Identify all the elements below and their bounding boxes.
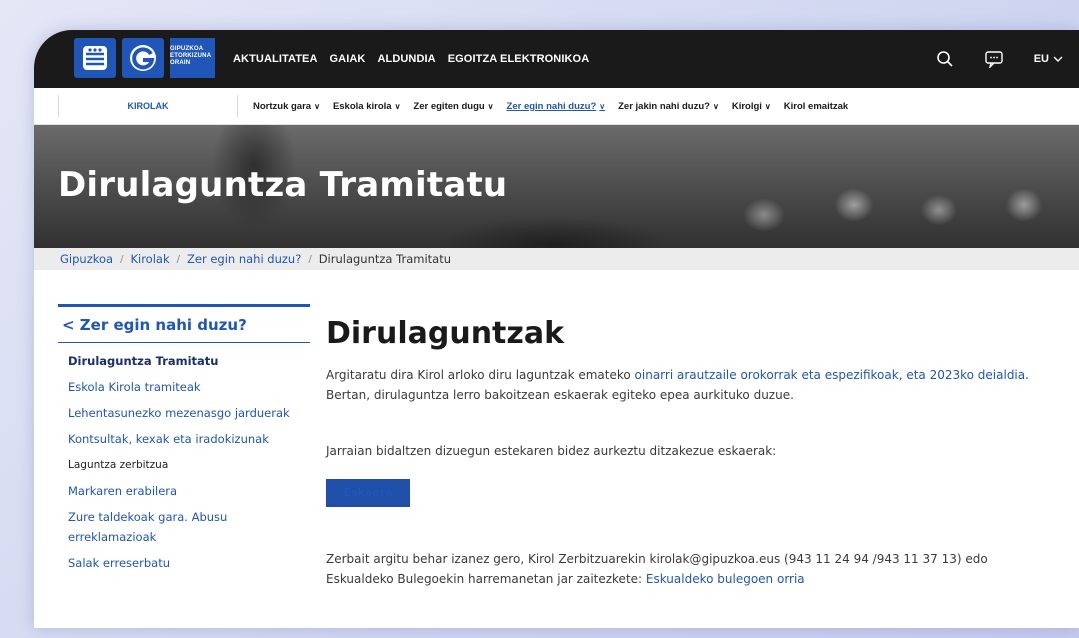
content-heading: Dirulaguntzak: [326, 316, 565, 351]
sidebar-item-kontsultak-kexak[interactable]: Kontsultak, kexak eta iradokizunak: [68, 429, 310, 449]
subnav-items: Nortzuk gara ∨ Eskola kirola ∨ Zer egiten …: [253, 101, 861, 112]
sidebar-item-abusu-erreklamazioak[interactable]: Zure taldekoak gara. Abusu erreklamazioa…: [68, 507, 310, 547]
breadcrumb: Gipuzkoa / Kirolak / Zer egin nahi duzu?…: [34, 248, 1079, 270]
instructions-paragraph: Jarraian bidaltzen dizuegun estekaren bi…: [326, 444, 777, 458]
subnav-item-nortzuk-gara[interactable]: Nortzuk gara ∨: [253, 101, 320, 112]
nav-aktualitatea[interactable]: AKTUALITATEA: [233, 53, 318, 65]
breadcrumb-separator: /: [308, 253, 312, 265]
breadcrumb-current: Dirulaguntza Tramitatu: [318, 252, 451, 266]
oinarri-arautzaileak-link[interactable]: oinarri arautzaile orokorrak eta espezif…: [635, 368, 1026, 382]
main-content: Dirulaguntzak Argitaratu dira Kirol arlo…: [326, 316, 1056, 589]
sidebar-list: Dirulaguntza Tramitatu Eskola Kirola tra…: [58, 351, 310, 573]
nav-aldundia[interactable]: ALDUNDIA: [377, 53, 435, 65]
section-subnav: KIROLAK Nortzuk gara ∨ Eskola kirola ∨ Zer…: [34, 88, 1079, 125]
hero-banner: Dirulaguntza Tramitatu: [34, 125, 1079, 248]
gipuzkoa-logo[interactable]: GIPUZKOA ETORKIZUNA ORAIN: [74, 38, 232, 78]
contact-paragraph: Zerbait argitu behar izanez gero, Kirol …: [326, 552, 988, 586]
breadcrumb-separator: /: [120, 253, 124, 265]
shield-icon: [74, 38, 116, 78]
sidebar-item-dirulaguntza-tramitatu[interactable]: Dirulaguntza Tramitatu: [68, 351, 310, 371]
sidebar-back-link[interactable]: < Zer egin nahi duzu?: [58, 304, 310, 343]
subnav-item-kirol-emaitzak[interactable]: Kirol emaitzak: [784, 101, 848, 112]
sidebar-item-laguntza-zerbitzua[interactable]: Laguntza zerbitzua: [68, 455, 310, 475]
page-title: Dirulaguntza Tramitatu: [58, 165, 508, 205]
language-selector[interactable]: EU: [1034, 53, 1063, 65]
chevron-down-icon: ∨: [314, 101, 320, 111]
subnav-item-zer-jakin-nahi-duzu[interactable]: Zer jakin nahi duzu? ∨: [618, 101, 719, 112]
subnav-item-zer-egiten-dugu[interactable]: Zer egiten dugu ∨: [413, 101, 493, 112]
subnav-item-zer-egin-nahi-duzu[interactable]: Zer egin nahi duzu? ∨: [507, 101, 606, 112]
search-icon[interactable]: [936, 50, 954, 68]
top-header: GIPUZKOA ETORKIZUNA ORAIN AKTUALITATEA G…: [34, 30, 1079, 88]
nav-egoitza-elektronikoa[interactable]: EGOITZA ELEKTRONIKOA: [448, 53, 590, 65]
breadcrumb-gipuzkoa[interactable]: Gipuzkoa: [60, 252, 113, 266]
sidebar-item-lehentasunezko-mezenasgo[interactable]: Lehentasunezko mezenasgo jarduerak: [68, 403, 310, 423]
sidebar-nav: < Zer egin nahi duzu? Dirulaguntza Trami…: [58, 304, 310, 579]
chat-icon[interactable]: [984, 50, 1004, 68]
breadcrumb-kirolak[interactable]: Kirolak: [130, 252, 169, 266]
main-nav: AKTUALITATEA GAIAK ALDUNDIA EGOITZA ELEK…: [233, 30, 601, 88]
language-label: EU: [1033, 53, 1049, 65]
breadcrumb-separator: /: [176, 253, 180, 265]
sidebar-item-salak-erreserbatu[interactable]: Salak erreserbatu: [68, 553, 310, 573]
nav-gaiak[interactable]: GAIAK: [330, 53, 366, 65]
chevron-down-icon: ∨: [764, 101, 771, 111]
chevron-down-icon: ∨: [599, 101, 606, 111]
chevron-down-icon: ∨: [487, 101, 494, 111]
logo-text: GIPUZKOA ETORKIZUNA ORAIN: [170, 38, 216, 78]
browser-page: GIPUZKOA ETORKIZUNA ORAIN AKTUALITATEA G…: [34, 30, 1079, 628]
chevron-down-icon: ∨: [712, 101, 719, 111]
chevron-down-icon: ∨: [394, 101, 401, 111]
intro-paragraph: Argitaratu dira Kirol arloko diru lagunt…: [326, 368, 1029, 402]
sidebar-item-eskola-kirola-tramiteak[interactable]: Eskola Kirola tramiteak: [68, 377, 310, 397]
eskaera-button[interactable]: Eskaera: [326, 479, 410, 507]
g-logo-icon: [122, 38, 164, 78]
subnav-item-kirolgi[interactable]: Kirolgi ∨: [732, 101, 771, 112]
chevron-down-icon: [1053, 56, 1063, 62]
sidebar-item-markaren-erabilera[interactable]: Markaren erabilera: [68, 481, 310, 501]
eskualdeko-bulegoak-link[interactable]: Eskualdeko bulegoen orria: [646, 572, 805, 586]
header-tools: EU: [906, 30, 1063, 88]
section-title[interactable]: KIROLAK: [58, 95, 238, 117]
subnav-item-eskola-kirola[interactable]: Eskola kirola ∨: [333, 101, 400, 112]
breadcrumb-zer-egin-nahi-duzu[interactable]: Zer egin nahi duzu?: [187, 252, 301, 266]
